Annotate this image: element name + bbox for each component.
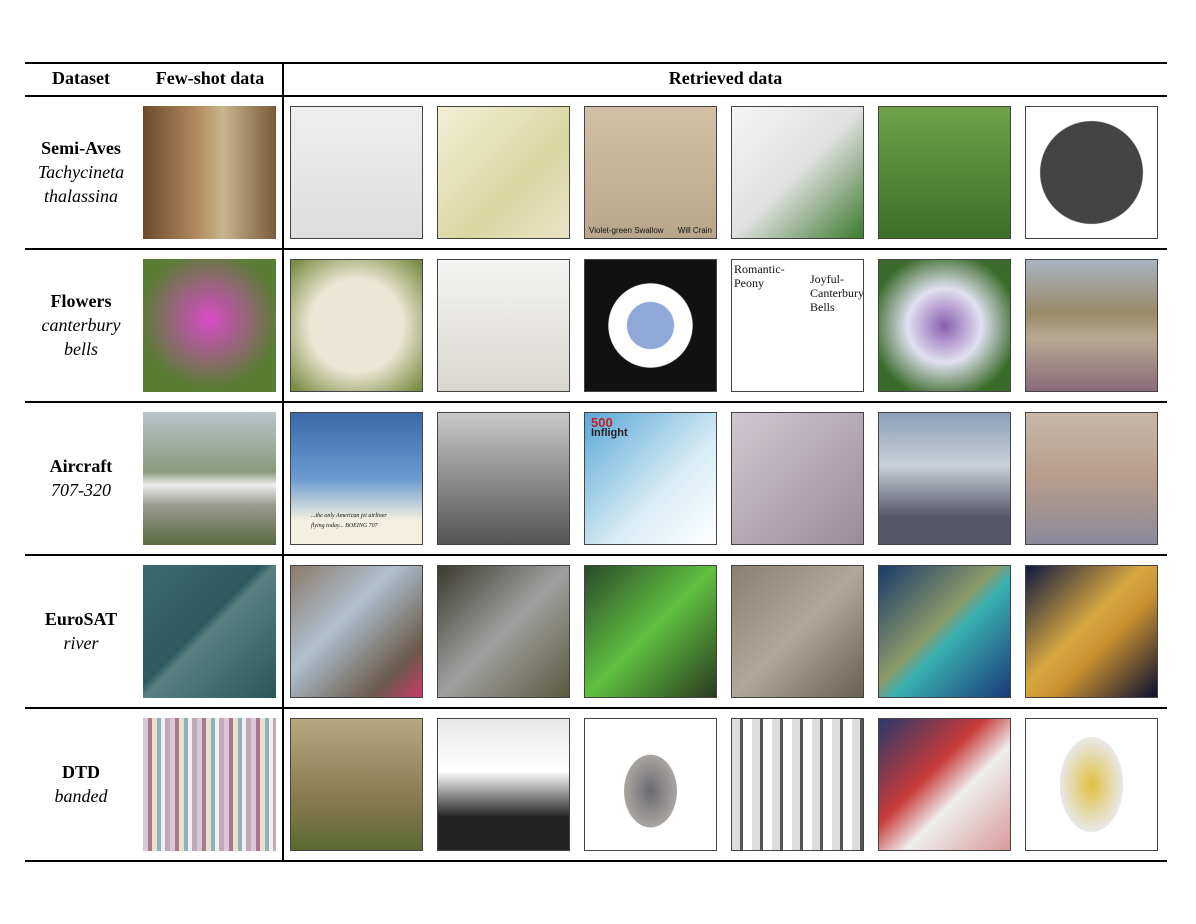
retrieved-image (437, 565, 570, 698)
dataset-name: DTD (61, 761, 100, 782)
retrieved-image (584, 718, 717, 851)
image-caption: flying today... BOEING 707 (311, 523, 378, 529)
image-caption: ...the only American jet airliner (311, 513, 387, 519)
few-shot-image (143, 106, 276, 239)
class-name: banded (54, 785, 108, 806)
few-shot-image (143, 259, 276, 392)
dataset-row-flowers: Flowers canterbury bells Romantic- Peony Joyf… (0, 248, 1196, 401)
few-shot-image (143, 718, 276, 851)
retrieved-image (1025, 259, 1158, 392)
retrieved-image (290, 718, 423, 851)
image-caption: Inflight (591, 427, 628, 439)
dataset-row-semi-aves: Semi-Aves Tachycineta thalassina Violet-gre… (0, 95, 1196, 248)
retrieved-image (290, 106, 423, 239)
dataset-label: EuroSAT river (25, 554, 137, 707)
retrieved-image (437, 412, 570, 545)
retrieved-image: Violet-green Swallow Will Crain (584, 106, 717, 239)
few-shot-image (143, 412, 276, 545)
retrieved-image (290, 259, 423, 392)
retrieved-image (1025, 718, 1158, 851)
retrieved-image (1025, 106, 1158, 239)
retrieved-image (437, 718, 570, 851)
retrieved-image (584, 259, 717, 392)
dataset-row-dtd: DTD banded (0, 707, 1196, 860)
class-name: Tachycineta (37, 161, 125, 182)
retrieved-image: ...the only American jet airliner flying … (290, 412, 423, 545)
retrieved-image (878, 718, 1011, 851)
image-caption: Canterbury (810, 286, 864, 300)
retrieved-image (731, 718, 864, 851)
dataset-label: Semi-Aves Tachycineta thalassina (25, 95, 137, 248)
dataset-row-aircraft: Aircraft 707-320 ...the only American jet … (0, 401, 1196, 554)
dataset-name: Semi-Aves (41, 137, 121, 158)
few-shot-image (143, 565, 276, 698)
image-caption: Will Crain (677, 226, 712, 235)
top-rule (25, 62, 1167, 64)
retrieved-image (731, 106, 864, 239)
dataset-label: DTD banded (25, 707, 137, 860)
image-caption: Violet-green Swallow (589, 226, 664, 235)
retrieved-image (878, 412, 1011, 545)
image-caption: Peony (734, 276, 764, 290)
retrieved-image: 500 Inflight (584, 412, 717, 545)
class-name: 707-320 (51, 479, 111, 500)
retrieved-image (878, 106, 1011, 239)
dataset-label: Aircraft 707-320 (25, 401, 137, 554)
retrieved-image (437, 106, 570, 239)
dataset-row-eurosat: EuroSAT river (0, 554, 1196, 707)
image-caption: Bells (810, 300, 835, 314)
class-name: thalassina (43, 185, 118, 206)
retrieved-image (290, 565, 423, 698)
image-caption: Joyful- (810, 272, 844, 286)
class-name: bells (64, 338, 98, 359)
retrieved-image (584, 565, 717, 698)
dataset-name: Aircraft (49, 455, 113, 476)
retrieved-image (731, 565, 864, 698)
header-few-shot: Few-shot data (155, 68, 265, 88)
retrieved-image (878, 259, 1011, 392)
dataset-label: Flowers canterbury bells (25, 248, 137, 401)
class-name: river (63, 632, 99, 653)
retrieved-image (731, 412, 864, 545)
retrieved-image (878, 565, 1011, 698)
retrieved-image: Romantic- Peony Joyful- Canterbury Bells (731, 259, 864, 392)
dataset-name: EuroSAT (44, 608, 118, 629)
retrieved-image (1025, 565, 1158, 698)
dataset-name: Flowers (50, 290, 112, 311)
bottom-rule (25, 860, 1167, 862)
retrieved-image (1025, 412, 1158, 545)
header-dataset: Dataset (52, 68, 110, 88)
retrieved-image (437, 259, 570, 392)
header-retrieved: Retrieved data (668, 68, 783, 88)
image-caption: Romantic- (734, 262, 785, 276)
class-name: canterbury (41, 314, 121, 335)
